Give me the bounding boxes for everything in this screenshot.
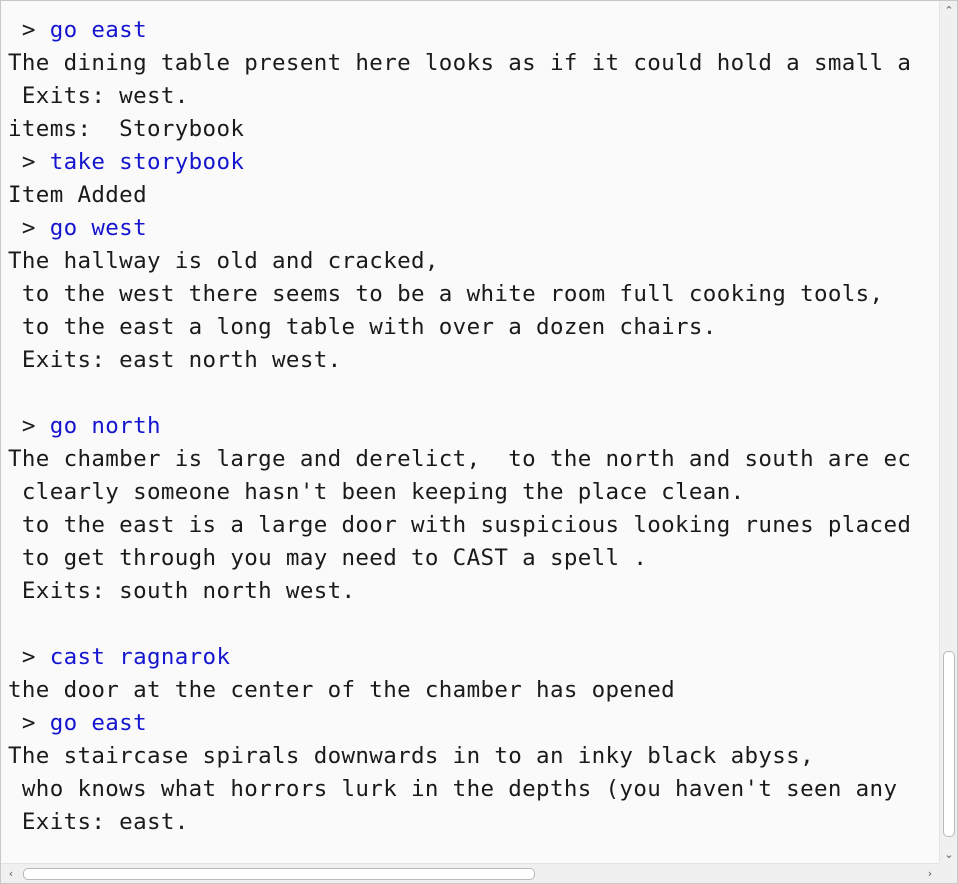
command-text: go east [49,710,147,736]
output-line: The hallway is old and cracked, [8,248,439,274]
output-line: Exits: east. [8,809,189,835]
vertical-scroll-thumb[interactable] [943,651,955,837]
command-line: > go east [8,707,147,740]
command-line: > cast ragnarok [8,641,230,674]
output-line: to the east is a large door with suspici… [8,512,912,538]
prompt-symbol: > [8,149,50,175]
horizontal-scrollbar[interactable]: ‹ › [1,863,939,883]
output-line: to the west there seems to be a white ro… [8,281,884,307]
command-line: > go north [8,410,161,443]
chevron-up-icon[interactable]: ⌃ [940,2,957,20]
output-line: to the east a long table with over a doz… [8,314,717,340]
output-line: to get through you may need to CAST a sp… [8,545,648,571]
output-line: items: Storybook [8,116,245,142]
prompt-symbol: > [8,710,50,736]
output-line: The chamber is large and derelict, to th… [8,446,912,472]
output-line: Exits: west. [8,83,189,109]
scrollbar-corner [939,863,957,883]
output-line: Exits: east north west. [8,347,342,373]
horizontal-scroll-thumb[interactable] [23,868,535,880]
chevron-right-icon[interactable]: › [921,864,939,883]
command-line: > go west [8,212,147,245]
command-text: go east [49,17,147,43]
output-line: The staircase spirals downwards in to an… [8,743,814,769]
chevron-left-icon[interactable]: ‹ [2,864,20,883]
game-console-window: > go east The dining table present here l… [0,0,958,884]
output-line: The dining table present here looks as i… [8,50,912,76]
output-line: Exits: south north west. [8,578,356,604]
prompt-symbol: > [8,17,50,43]
command-text: cast ragnarok [49,644,231,670]
prompt-symbol: > [8,413,50,439]
prompt-symbol: > [8,215,50,241]
command-text: go west [49,215,147,241]
command-text: take storybook [49,149,245,175]
vertical-scrollbar[interactable]: ⌃ ⌄ [939,1,957,864]
output-line: who knows what horrors lurk in the depth… [8,776,898,802]
output-line: Item Added [8,182,147,208]
command-text: go north [49,413,161,439]
command-line: > go east [8,14,147,47]
command-line: > take storybook [8,146,244,179]
prompt-symbol: > [8,644,50,670]
output-line: the door at the center of the chamber ha… [8,677,676,703]
chevron-down-icon[interactable]: ⌄ [940,846,957,864]
console-output[interactable]: > go east The dining table present here l… [1,1,939,863]
output-line: clearly someone hasn't been keeping the … [8,479,745,505]
